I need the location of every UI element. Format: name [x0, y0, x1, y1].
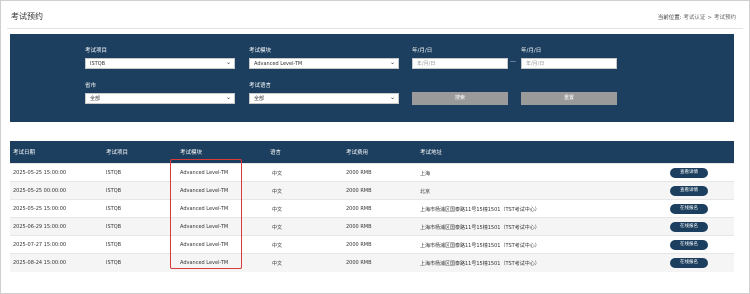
- cell-project: ISTQB: [106, 224, 122, 230]
- breadcrumb: 当前位置: 考试认证 > 考试预约: [658, 13, 736, 21]
- date-range-dash: —: [510, 58, 516, 65]
- module-select[interactable]: Advanced Level-TM ⌄: [249, 58, 399, 69]
- project-select-value: ISTQB: [90, 61, 106, 67]
- breadcrumb-item-booking[interactable]: 考试预约: [714, 15, 736, 21]
- page-title: 考试预约: [11, 12, 43, 21]
- column-header-address: 考试地址: [420, 150, 443, 156]
- breadcrumb-separator: >: [707, 15, 712, 21]
- cell-project: ISTQB: [106, 206, 122, 212]
- breadcrumb-item-certification[interactable]: 考试认证: [683, 15, 705, 21]
- start-date-input[interactable]: 年/月/日: [412, 58, 508, 69]
- city-label: 省市: [85, 83, 97, 89]
- module-label: 考试模块: [249, 48, 272, 54]
- table-row: 2025-07-27 15:00:00 ISTQB Advanced Level…: [10, 235, 734, 254]
- end-date-input[interactable]: 年/月/日: [521, 58, 617, 69]
- view-details-button[interactable]: 查看详情: [670, 186, 708, 196]
- chevron-down-icon: ⌄: [389, 59, 395, 66]
- start-date-label: 年/月/日: [412, 48, 433, 54]
- table-header: 考试日期 考试项目 考试模块 语言 考试费用 考试地址: [10, 141, 734, 163]
- table-row: 2025-08-24 15:00:00 ISTQB Advanced Level…: [10, 253, 734, 272]
- module-select-value: Advanced Level-TM: [254, 61, 303, 67]
- filter-panel: 考试项目 ISTQB ⌄ 考试模块 Advanced Level-TM ⌄ 年/…: [10, 34, 734, 122]
- cell-address: 上海市杨浦区国泰路11号15幢1501（TST考试中心）: [420, 243, 540, 249]
- reset-button[interactable]: 重置: [521, 92, 617, 105]
- language-select-value: 全部: [254, 96, 265, 102]
- column-header-fee: 考试费用: [346, 150, 369, 156]
- cell-address: 上海市杨浦区国泰路11号15幢1501（TST考试中心）: [420, 261, 540, 267]
- cell-address: 上海: [420, 171, 431, 177]
- register-online-button[interactable]: 在线报名: [670, 240, 708, 250]
- cell-fee: 2000 RMB: [346, 170, 372, 176]
- cell-date: 2025-08-24 15:00:00: [13, 260, 67, 266]
- chevron-down-icon: ⌄: [225, 59, 231, 66]
- language-label: 考试语言: [249, 83, 272, 89]
- cell-address: 上海市杨浦区国泰路11号15幢1501（TST考试中心）: [420, 207, 540, 213]
- cell-project: ISTQB: [106, 242, 122, 248]
- cell-language: 中文: [272, 225, 283, 231]
- header-divider: [7, 28, 743, 29]
- cell-fee: 2000 RMB: [346, 224, 372, 230]
- register-online-button[interactable]: 在线报名: [670, 222, 708, 232]
- breadcrumb-prefix: 当前位置:: [657, 15, 682, 21]
- table-row: 2025-06-29 15:00:00 ISTQB Advanced Level…: [10, 217, 734, 236]
- cell-fee: 2000 RMB: [346, 242, 372, 248]
- cell-language: 中文: [272, 243, 283, 249]
- cell-date: 2025-05-25 15:00:00: [13, 206, 67, 212]
- cell-address: 北京: [420, 189, 431, 195]
- register-online-button[interactable]: 在线报名: [670, 258, 708, 268]
- language-select[interactable]: 全部 ⌄: [249, 93, 399, 104]
- cell-language: 中文: [272, 189, 283, 195]
- table-row: 2025-05-25 15:00:00 ISTQB Advanced Level…: [10, 199, 734, 218]
- column-header-date: 考试日期: [13, 150, 36, 156]
- end-date-label: 年/月/日: [521, 48, 542, 54]
- cell-fee: 2000 RMB: [346, 260, 372, 266]
- cell-project: ISTQB: [106, 170, 122, 176]
- cell-date: 2025-06-29 15:00:00: [13, 224, 67, 230]
- cell-language: 中文: [272, 207, 283, 213]
- chevron-down-icon: ⌄: [225, 94, 231, 101]
- search-button[interactable]: 搜索: [412, 92, 508, 105]
- column-header-project: 考试项目: [106, 150, 129, 156]
- city-select-value: 全部: [90, 96, 101, 102]
- column-header-language: 语言: [270, 150, 282, 156]
- table-row: 2025-05-25 00:00:00 ISTQB Advanced Level…: [10, 181, 734, 200]
- cell-date: 2025-05-25 15:00:00: [13, 170, 67, 176]
- module-column-highlight-box: [170, 159, 242, 269]
- table-row: 2025-05-25 15:00:00 ISTQB Advanced Level…: [10, 163, 734, 182]
- project-select[interactable]: ISTQB ⌄: [85, 58, 235, 69]
- column-header-module: 考试模块: [180, 150, 203, 156]
- cell-language: 中文: [272, 261, 283, 267]
- cell-date: 2025-05-25 00:00:00: [13, 188, 67, 194]
- view-details-button[interactable]: 查看详情: [670, 168, 708, 178]
- cell-fee: 2000 RMB: [346, 188, 372, 194]
- city-select[interactable]: 全部 ⌄: [85, 93, 235, 104]
- cell-address: 上海市杨浦区国泰路11号15幢1501（TST考试中心）: [420, 225, 540, 231]
- register-online-button[interactable]: 在线报名: [670, 204, 708, 214]
- chevron-down-icon: ⌄: [389, 94, 395, 101]
- cell-project: ISTQB: [106, 260, 122, 266]
- cell-language: 中文: [272, 171, 283, 177]
- cell-project: ISTQB: [106, 188, 122, 194]
- cell-fee: 2000 RMB: [346, 206, 372, 212]
- cell-date: 2025-07-27 15:00:00: [13, 242, 67, 248]
- project-label: 考试项目: [85, 48, 108, 54]
